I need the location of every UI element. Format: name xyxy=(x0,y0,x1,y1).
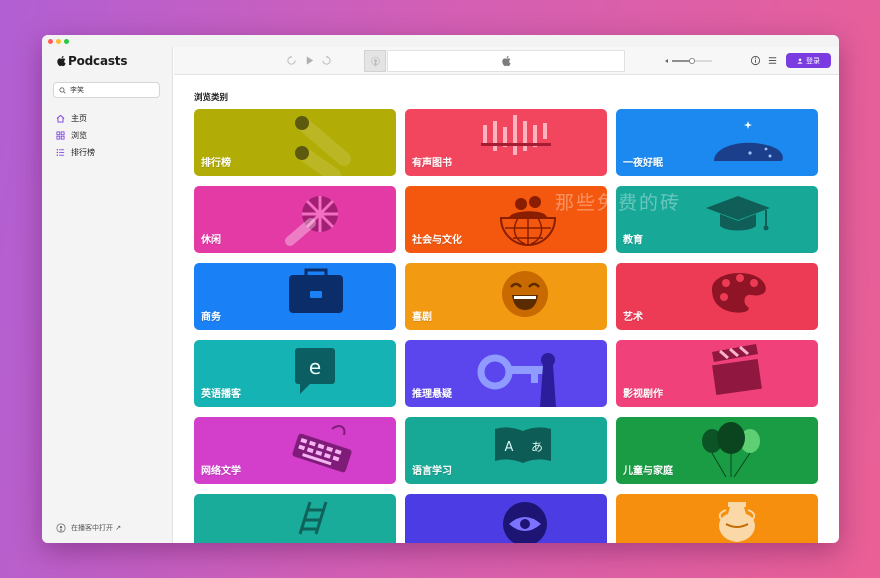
category-grid: 排行榜 有声图书 一夜好眠 休闲 社会与文化 教育 商务 喜剧 艺术 e 英语播… xyxy=(194,109,820,543)
category-label: 英语播客 xyxy=(201,389,241,400)
category-card-sleep[interactable]: 一夜好眠 xyxy=(616,109,818,176)
close-window-button[interactable] xyxy=(48,39,53,44)
episode-artwork-placeholder xyxy=(364,50,386,72)
podcast-icon xyxy=(56,523,66,533)
category-card-language-learning[interactable]: A あ 语言学习 xyxy=(405,417,607,484)
apple-logo-icon xyxy=(502,55,511,67)
category-label: 有声图书 xyxy=(412,158,452,169)
title-bar xyxy=(42,35,839,47)
info-icon[interactable] xyxy=(750,55,761,66)
podcasts-window: Podcasts 李笑 主页 浏览 排行榜 在播客中打开 ↗ 登录 浏览类别 排… xyxy=(42,35,839,543)
briefcase-icon xyxy=(194,263,396,330)
category-label: 一夜好眠 xyxy=(623,158,663,169)
open-in-podcasts-link[interactable]: 在播客中打开 ↗ xyxy=(56,523,121,533)
category-card-business[interactable]: 商务 xyxy=(194,263,396,330)
sidebar: Podcasts 李笑 主页 浏览 排行榜 在播客中打开 ↗ xyxy=(42,47,173,543)
amphora-icon xyxy=(616,494,818,543)
category-card-leisure[interactable]: 休闲 xyxy=(194,186,396,253)
category-label: 艺术 xyxy=(623,312,643,323)
category-label: 社会与文化 xyxy=(412,235,462,246)
volume-slider[interactable] xyxy=(664,56,714,66)
category-card-tv-film[interactable]: 影视剧作 xyxy=(616,340,818,407)
eye-icon xyxy=(405,494,607,543)
skip-back-icon[interactable] xyxy=(286,55,297,66)
category-card-row6-3[interactable] xyxy=(616,494,818,543)
zoom-window-button[interactable] xyxy=(64,39,69,44)
person-icon xyxy=(797,58,803,64)
category-card-audiobooks[interactable]: 有声图书 xyxy=(405,109,607,176)
now-playing-display xyxy=(387,50,625,72)
category-card-arts[interactable]: 艺术 xyxy=(616,263,818,330)
watermark-text: 那些免费的砖 xyxy=(555,192,682,214)
search-input[interactable]: 李笑 xyxy=(53,82,160,98)
app-brand: Podcasts xyxy=(56,54,127,68)
open-in-label: 在播客中打开 ↗ xyxy=(71,524,122,532)
svg-text:あ: あ xyxy=(531,440,543,454)
category-card-kids-family[interactable]: 儿童与家庭 xyxy=(616,417,818,484)
laughing-face-icon xyxy=(405,263,607,330)
category-card-row6-2[interactable] xyxy=(405,494,607,543)
umbrella-icon xyxy=(194,186,396,253)
app-title: Podcasts xyxy=(68,54,128,68)
sidebar-item-label: 排行榜 xyxy=(71,148,95,157)
podcast-icon xyxy=(370,56,380,66)
category-card-english-podcasts[interactable]: e 英语播客 xyxy=(194,340,396,407)
category-card-charts[interactable]: 排行榜 xyxy=(194,109,396,176)
category-label: 儿童与家庭 xyxy=(623,466,673,477)
list-icon xyxy=(56,149,65,156)
category-label: 喜剧 xyxy=(412,312,432,323)
category-card-mystery[interactable]: 推理悬疑 xyxy=(405,340,607,407)
category-label: 网络文学 xyxy=(201,466,241,477)
minimize-window-button[interactable] xyxy=(56,39,61,44)
house-icon xyxy=(56,114,65,123)
play-icon[interactable] xyxy=(304,55,315,66)
sidebar-item-browse[interactable]: 浏览 xyxy=(56,127,95,144)
sidebar-item-home[interactable]: 主页 xyxy=(56,110,95,127)
sidebar-item-charts[interactable]: 排行榜 xyxy=(56,144,95,161)
apple-logo-icon xyxy=(57,55,66,67)
card-background xyxy=(194,494,396,543)
category-label: 排行榜 xyxy=(201,158,231,169)
sidebar-item-label: 浏览 xyxy=(71,131,87,140)
category-card-row6-1[interactable] xyxy=(194,494,396,543)
category-label: 教育 xyxy=(623,235,643,246)
paint-palette-icon xyxy=(616,263,818,330)
player-toolbar: 登录 xyxy=(174,47,839,75)
category-label: 影视剧作 xyxy=(623,389,663,400)
category-card-comedy[interactable]: 喜剧 xyxy=(405,263,607,330)
ladder-icon xyxy=(194,494,396,543)
login-button[interactable]: 登录 xyxy=(786,53,831,68)
login-button-label: 登录 xyxy=(806,56,820,65)
search-input-value: 李笑 xyxy=(70,86,84,94)
queue-list-icon[interactable] xyxy=(767,55,778,66)
category-label: 商务 xyxy=(201,312,221,323)
card-background xyxy=(616,494,818,543)
svg-text:A: A xyxy=(505,440,514,455)
skip-forward-icon[interactable] xyxy=(321,55,332,66)
sidebar-nav: 主页 浏览 排行榜 xyxy=(56,110,95,161)
search-icon xyxy=(59,86,66,94)
category-label: 语言学习 xyxy=(412,466,452,477)
svg-text:e: e xyxy=(309,355,321,379)
grid-icon xyxy=(56,131,65,140)
category-card-web-literature[interactable]: 网络文学 xyxy=(194,417,396,484)
sidebar-item-label: 主页 xyxy=(71,114,87,123)
category-label: 推理悬疑 xyxy=(412,389,452,400)
section-title: 浏览类别 xyxy=(194,93,229,103)
browse-content: 浏览类别 排行榜 有声图书 一夜好眠 休闲 社会与文化 教育 商务 喜剧 艺术 … xyxy=(174,75,839,543)
category-label: 休闲 xyxy=(201,235,221,246)
